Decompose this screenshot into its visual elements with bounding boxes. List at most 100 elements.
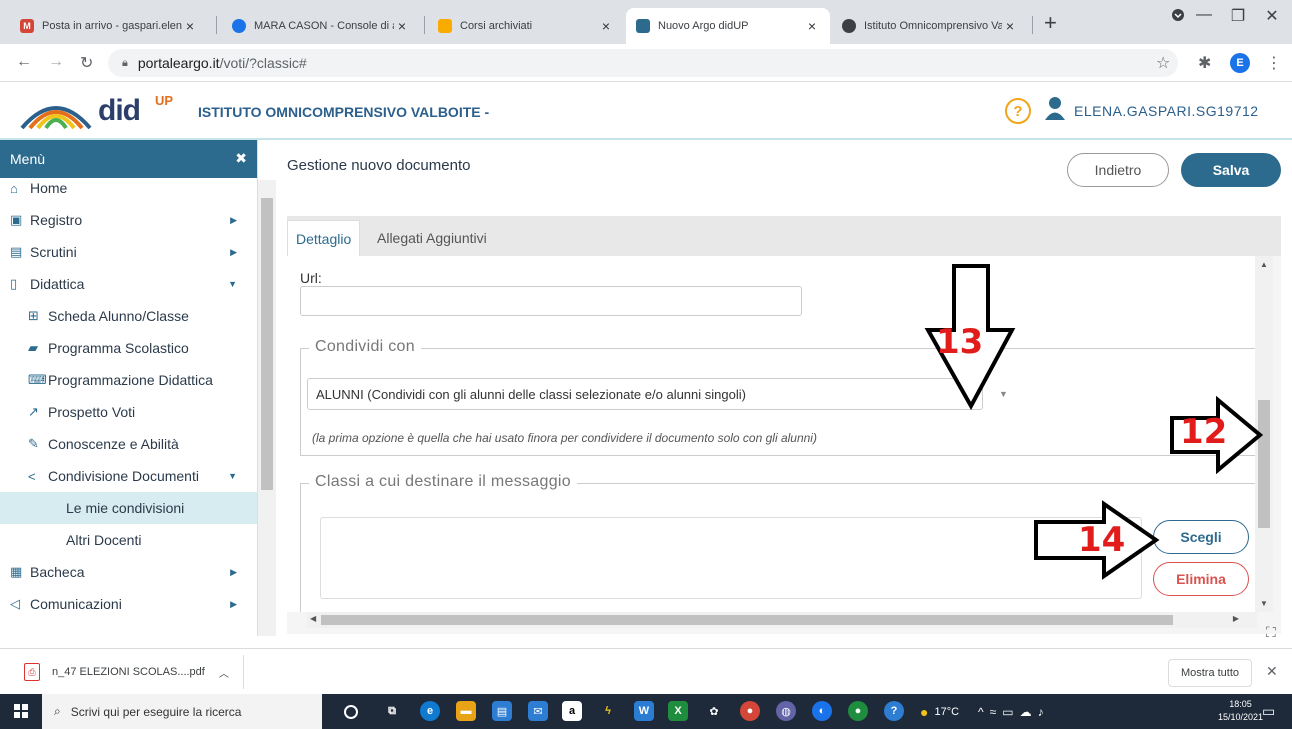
sidebar-item-label: Programma Scolastico — [48, 340, 189, 356]
close-icon[interactable]: × — [394, 18, 410, 34]
scroll-up-icon[interactable]: ▲ — [1260, 260, 1268, 269]
word-icon[interactable]: W — [634, 701, 654, 721]
username[interactable]: ELENA.GASPARI.SG19712 — [1074, 103, 1259, 119]
classes-list-box[interactable] — [320, 517, 1142, 599]
close-icon[interactable]: × — [598, 18, 614, 34]
notifications-icon[interactable]: ▭ — [1262, 694, 1275, 729]
browser-tab-mail[interactable]: M Posta in arrivo - gaspari.elena@ × — [10, 8, 208, 44]
download-filename: n_47 ELEZIONI SCOLAS....pdf — [52, 666, 205, 678]
back-button[interactable]: Indietro — [1067, 153, 1169, 187]
paint-icon[interactable]: ✿ — [704, 701, 724, 721]
save-button[interactable]: Salva — [1181, 153, 1281, 187]
browser-tab-classroom[interactable]: Corsi archiviati × — [428, 8, 624, 44]
sidebar-item-programma-scolastico[interactable]: ▰ Programma Scolastico — [0, 332, 257, 364]
volume-icon[interactable]: ♪ — [1038, 705, 1050, 719]
fullscreen-icon[interactable]: ⛶ — [1266, 624, 1276, 641]
user-icon — [1045, 97, 1065, 120]
report-icon: ▤ — [10, 244, 23, 259]
store-icon[interactable]: ▤ — [492, 701, 512, 721]
url-input[interactable] — [300, 286, 802, 316]
classes-legend: Classi a cui destinare il messaggio — [309, 473, 577, 491]
address-bar[interactable]: 🔒︎ portaleargo.it/voti/?classic# — [108, 49, 1178, 77]
tab-allegati[interactable]: Allegati Aggiuntivi — [369, 220, 495, 256]
back-arrow-icon[interactable]: ← — [16, 53, 32, 71]
taskbar-search[interactable]: ⌕ Scrivi qui per eseguire la ricerca — [42, 694, 322, 729]
cloud-icon[interactable]: ☁ — [1020, 705, 1038, 719]
profile-avatar[interactable]: E — [1230, 53, 1250, 73]
sidebar-item-scheda-alunno[interactable]: ⊞ Scheda Alunno/Classe — [0, 300, 257, 332]
scroll-down-icon[interactable]: ▼ — [1260, 599, 1268, 608]
tab-dettaglio[interactable]: Dettaglio — [287, 220, 361, 256]
sidebar-item-conoscenze[interactable]: ✎ Conoscenze e Abilità — [0, 428, 257, 460]
help-icon[interactable]: ? — [1005, 98, 1031, 124]
sidebar-item-scrutini[interactable]: ▤ Scrutini ▶ — [0, 236, 257, 268]
tray-chevron-icon[interactable]: ^ — [978, 705, 990, 719]
sidebar-item-comunicazioni[interactable]: ◁ Comunicazioni ▶ — [0, 588, 257, 620]
amazon-icon[interactable]: a — [562, 701, 582, 721]
weather-widget[interactable]: ● 17°C — [920, 694, 959, 729]
sidebar-item-didattica[interactable]: ▯ Didattica ▼ — [0, 268, 257, 300]
close-icon[interactable]: × — [182, 18, 198, 34]
sidebar-item-label: Le mie condivisioni — [66, 500, 185, 516]
menu-title: Menù — [10, 151, 46, 167]
edge-icon[interactable]: e — [420, 701, 440, 721]
taskbar-clock[interactable]: 18:05 15/10/2021 — [1218, 698, 1263, 724]
form-hscrollbar-thumb[interactable] — [321, 615, 1173, 625]
forward-arrow-icon[interactable]: → — [48, 53, 64, 71]
mail-app-icon[interactable]: ✉ — [528, 701, 548, 721]
sidebar-item-registro[interactable]: ▣ Registro ▶ — [0, 204, 257, 236]
excel-icon[interactable]: X — [668, 701, 688, 721]
sidebar-item-altri-docenti[interactable]: Altri Docenti — [0, 524, 257, 556]
sidebar-item-condivisione-documenti[interactable]: < Condivisione Documenti ▼ — [0, 460, 257, 492]
windows-start-icon[interactable] — [14, 704, 28, 718]
messenger-icon[interactable]: ◐ — [812, 701, 832, 721]
more-menu-icon[interactable]: ⋮ — [1266, 53, 1282, 73]
close-icon[interactable]: × — [804, 18, 820, 34]
delete-button[interactable]: Elimina — [1153, 562, 1249, 596]
home-icon: ⌂ — [10, 180, 18, 196]
close-icon[interactable]: ✕ — [1266, 663, 1278, 680]
tab-separator — [1032, 16, 1033, 34]
browser-tab-console[interactable]: MARA CASON - Console di am × — [222, 8, 420, 44]
browser-tab-argo[interactable]: Nuovo Argo didUP × — [626, 8, 830, 44]
choose-button[interactable]: Scegli — [1153, 520, 1249, 554]
help-app-icon[interactable]: ? — [884, 701, 904, 721]
show-all-button[interactable]: Mostra tutto — [1168, 659, 1252, 687]
lightning-icon[interactable]: ϟ — [598, 701, 618, 721]
console-icon — [232, 19, 246, 33]
close-menu-icon[interactable]: ✖ — [235, 150, 247, 167]
caret-right-icon: ▶ — [230, 214, 237, 225]
tab-separator — [216, 16, 217, 34]
network-icon[interactable]: ≈ — [990, 705, 1003, 719]
chevron-up-icon[interactable]: ︿ — [219, 665, 229, 680]
teams-icon[interactable]: ◍ — [776, 701, 796, 721]
window-close-icon[interactable]: ✕ — [1252, 6, 1292, 26]
chrome-profile-icon[interactable]: ● — [848, 701, 868, 721]
extensions-icon[interactable]: ✱ — [1198, 53, 1211, 73]
sidebar-scrollbar[interactable] — [258, 180, 276, 636]
system-tray[interactable]: ^ ≈ ▭ ☁ ♪ — [978, 694, 1050, 729]
close-icon[interactable]: × — [1002, 18, 1018, 34]
scroll-left-icon[interactable]: ◀ — [310, 614, 316, 623]
reload-icon[interactable]: ↻ — [80, 53, 93, 73]
chrome-icon[interactable]: ● — [740, 701, 760, 721]
task-view-icon[interactable]: ⧉ — [382, 701, 402, 721]
form-horizontal-scrollbar[interactable]: ◀ ▶ — [307, 612, 1257, 628]
bookmark-star-icon[interactable]: ☆ — [1156, 53, 1170, 73]
sidebar-item-le-mie-condivisioni[interactable]: Le mie condivisioni — [0, 492, 257, 524]
sidebar-scrollbar-thumb[interactable] — [261, 198, 273, 490]
sidebar-item-prospetto-voti[interactable]: ↗ Prospetto Voti — [0, 396, 257, 428]
sidebar-item-label: Registro — [30, 212, 83, 228]
sidebar-item-home[interactable]: ⌂ Home — [0, 172, 257, 204]
download-item[interactable]: ⎙ n_47 ELEZIONI SCOLAS....pdf ︿ — [12, 655, 244, 689]
battery-icon[interactable]: ▭ — [1002, 705, 1019, 719]
sidebar-item-bacheca[interactable]: ▦ Bacheca ▶ — [0, 556, 257, 588]
file-explorer-icon[interactable]: ▬ — [456, 701, 476, 721]
caret-right-icon: ▶ — [230, 566, 237, 577]
share-select[interactable]: ALUNNI (Condividi con gli alunni delle c… — [307, 378, 983, 410]
scroll-right-icon[interactable]: ▶ — [1233, 614, 1239, 623]
browser-tab-istituto[interactable]: Istituto Omnicomprensivo Val × — [832, 8, 1028, 44]
new-tab-button[interactable]: + — [1044, 10, 1057, 36]
cortana-icon[interactable] — [344, 705, 358, 719]
sidebar-item-programmazione-didattica[interactable]: ⌨ Programmazione Didattica — [0, 364, 257, 396]
